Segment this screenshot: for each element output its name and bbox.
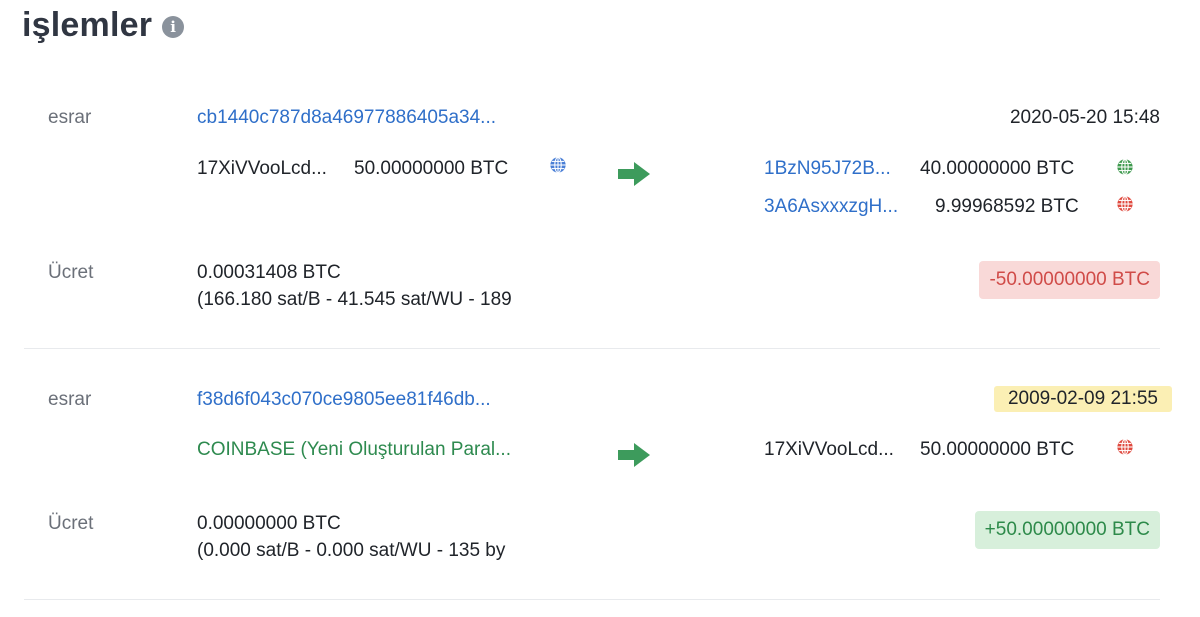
arrow-right-icon <box>618 443 650 467</box>
tx-label: esrar <box>48 389 92 410</box>
transaction-card: esrar f38d6f043c070ce9805ee81f46db... 20… <box>24 0 1172 602</box>
fee-label: Ücret <box>48 513 94 534</box>
coinbase-input: COINBASE (Yeni Oluşturulan Paral... <box>197 439 511 460</box>
tx-date: 2009-02-09 21:55 <box>993 386 1172 412</box>
output-address: 17XiVVooLcd... <box>764 439 894 460</box>
fee-detail: (0.000 sat/B - 0.000 sat/WU - 135 by <box>197 540 506 561</box>
output-amount: 50.00000000 BTC <box>920 439 1075 460</box>
tx-total-badge: +50.00000000 BTC <box>974 511 1160 549</box>
divider <box>24 599 1160 600</box>
fee-amount: 0.00000000 BTC <box>197 513 341 534</box>
globe-icon[interactable] <box>1116 438 1134 456</box>
txid-link[interactable]: f38d6f043c070ce9805ee81f46db... <box>197 389 491 411</box>
